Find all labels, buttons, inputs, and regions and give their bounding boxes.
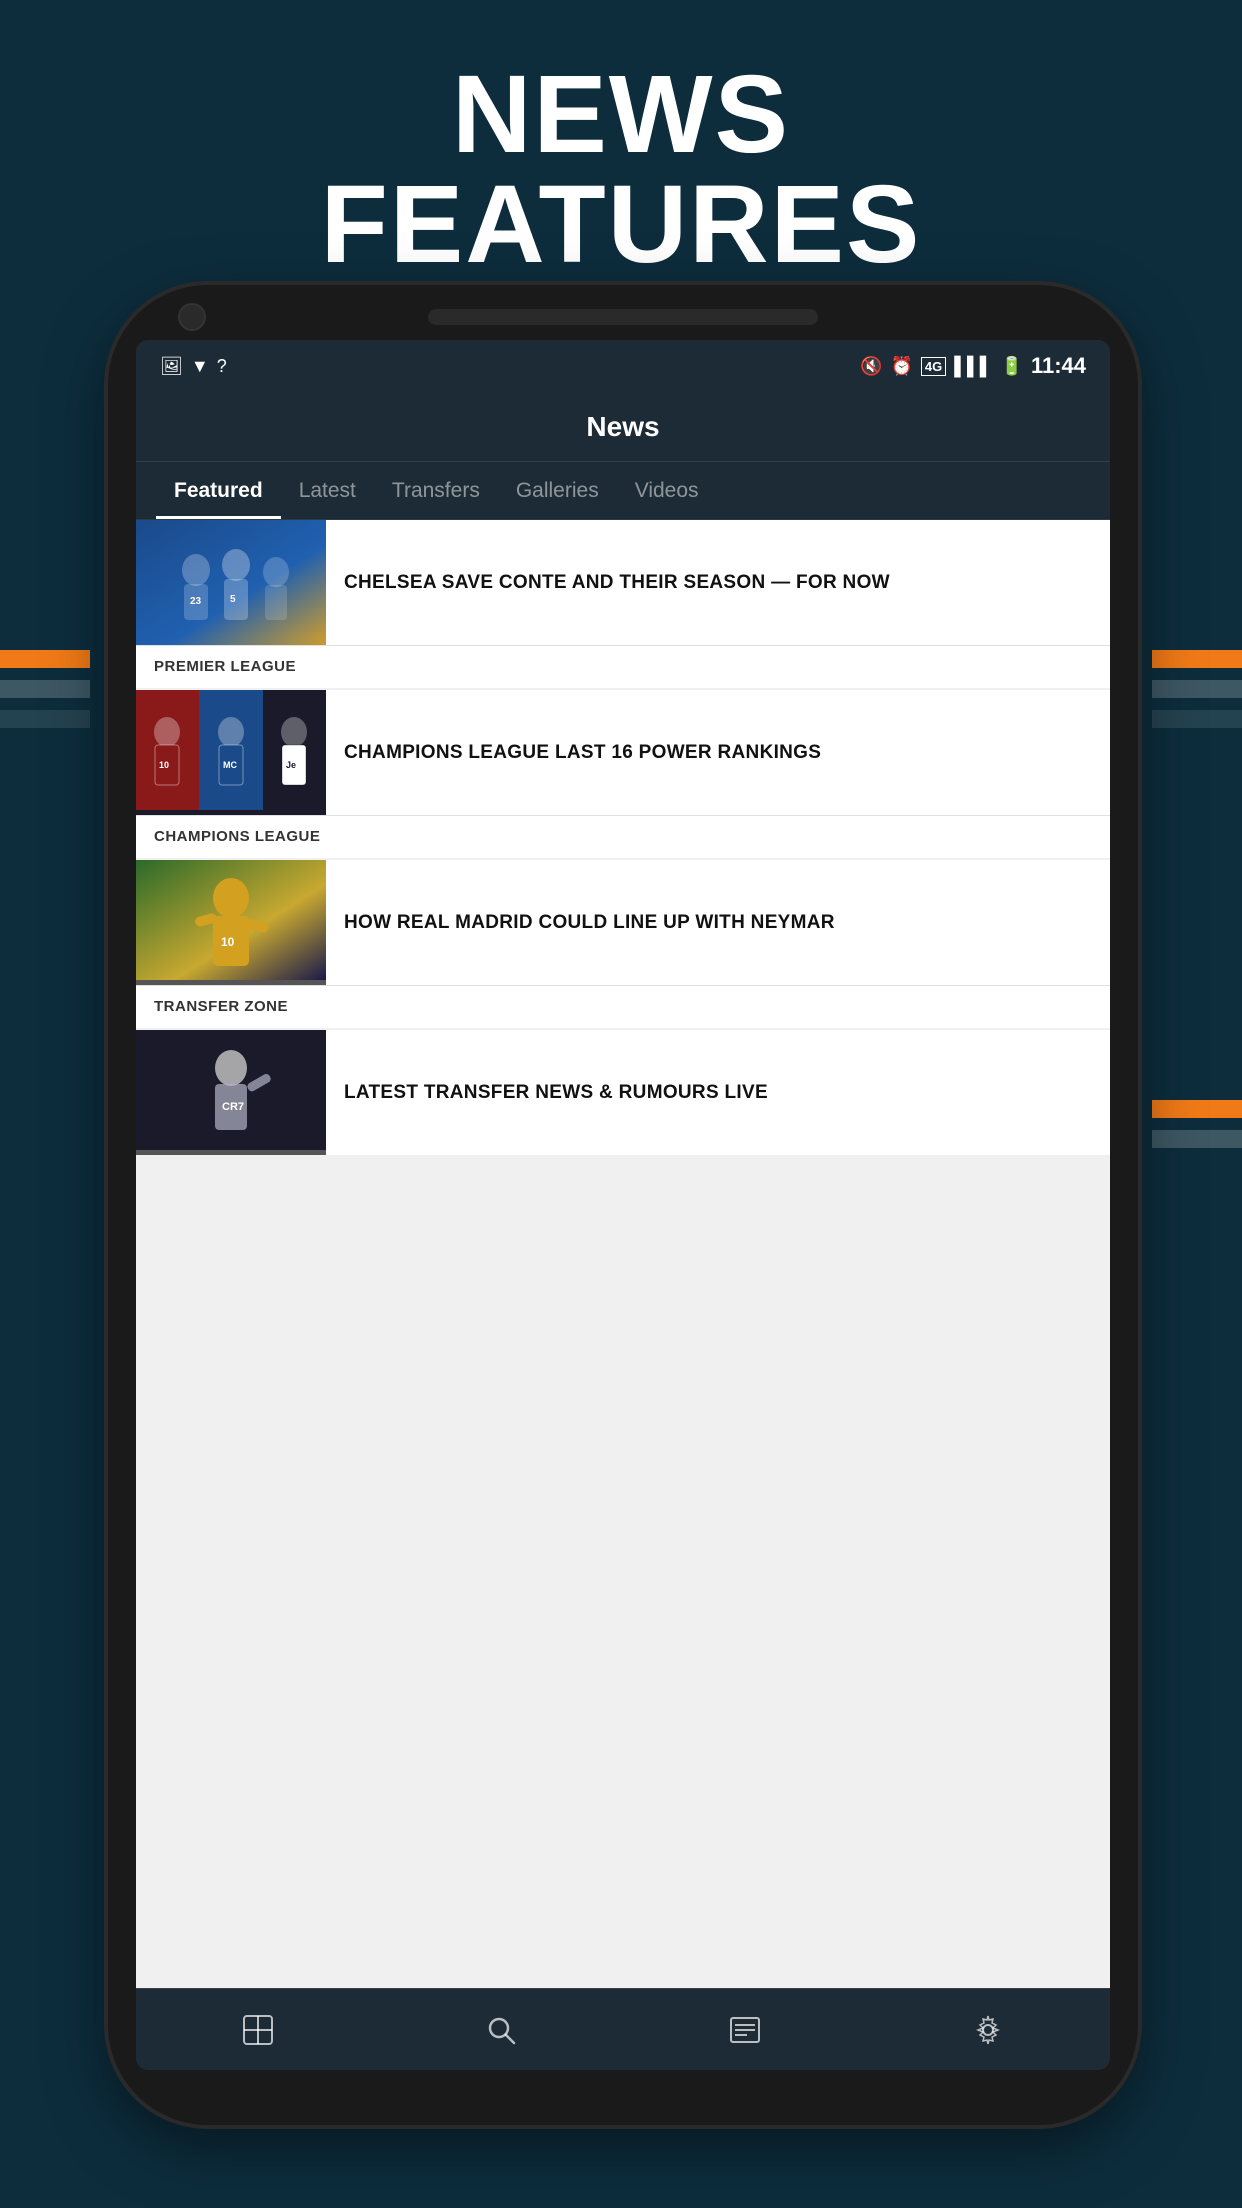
tabs-bar: Featured Latest Transfers Galleries Vide… [136,462,1110,520]
wifi-icon: ▼ [191,356,209,377]
question-icon: ? [217,356,227,377]
bottom-nav [136,1988,1110,2070]
svg-text:5: 5 [230,594,236,605]
svg-text:23: 23 [190,596,202,607]
news-thumb-3: 10 [136,860,326,985]
phone-speaker [428,309,818,325]
battery-icon: 🔋 [1001,356,1023,377]
news-card-2[interactable]: 10 MC Je CH [136,690,1110,858]
app-header: News [136,392,1110,462]
tab-featured[interactable]: Featured [156,462,281,519]
news-content-2: CHAMPIONS LEAGUE LAST 16 POWER RANKINGS [326,690,1110,815]
news-thumb-1: 23 5 [136,520,326,645]
alarm-icon: ⏰ [890,356,912,377]
svg-text:Je: Je [286,760,296,770]
news-content-3: HOW REAL MADRID COULD LINE UP WITH NEYMA… [326,860,1110,985]
nav-settings[interactable] [952,2006,1024,2054]
news-list: 23 5 CHELSEA SAVE CONTE AND THEIR SEASON… [136,520,1110,1988]
left-stripes [0,650,90,740]
nav-search[interactable] [465,2006,537,2054]
signal-icon: ▌▌▌ [954,356,992,377]
nav-scores[interactable] [222,2006,294,2054]
news-title-4: LATEST TRANSFER NEWS & RUMOURS LIVE [344,1080,768,1106]
phone-camera [178,303,206,331]
photo-icon: 🖼 [160,356,183,377]
app-header-title: News [586,411,659,443]
news-category-1: PREMIER LEAGUE [154,658,296,675]
page-title-area: NEWS FEATURES [0,60,1242,280]
status-bar: 🖼 ▼ ? 🔇 ⏰ 4G ▌▌▌ 🔋 11:44 [136,340,1110,392]
phone-frame: 🖼 ▼ ? 🔇 ⏰ 4G ▌▌▌ 🔋 11:44 News [108,285,1138,2125]
status-left: 🖼 ▼ ? [160,356,227,377]
news-title-1: CHELSEA SAVE CONTE AND THEIR SEASON — FO… [344,570,890,596]
svg-text:MC: MC [223,760,237,770]
status-time: 11:44 [1031,353,1086,379]
page-title-line2: FEATURES [0,170,1242,280]
svg-text:10: 10 [221,935,235,949]
tab-latest[interactable]: Latest [281,462,374,519]
news-thumb-2: 10 MC Je [136,690,326,815]
news-card-4[interactable]: CR7 LATEST TRANSFER NEWS & RUMOURS LIVE [136,1030,1110,1155]
news-card-bottom-3: TRANSFER ZONE [136,985,1110,1028]
page-title-line1: NEWS [0,60,1242,170]
tab-galleries[interactable]: Galleries [498,462,617,519]
network-icon: 4G [921,357,946,376]
news-title-2: CHAMPIONS LEAGUE LAST 16 POWER RANKINGS [344,740,821,766]
news-content-4: LATEST TRANSFER NEWS & RUMOURS LIVE [326,1030,1110,1155]
news-category-3: TRANSFER ZONE [154,998,288,1015]
news-thumb-4: CR7 [136,1030,326,1155]
mute-icon: 🔇 [860,356,882,377]
news-card-bottom-1: PREMIER LEAGUE [136,645,1110,688]
news-card-1[interactable]: 23 5 CHELSEA SAVE CONTE AND THEIR SEASON… [136,520,1110,688]
status-right: 🔇 ⏰ 4G ▌▌▌ 🔋 11:44 [860,353,1086,379]
news-card-bottom-2: CHAMPIONS LEAGUE [136,815,1110,858]
right-stripes-lower [1152,1100,1242,1160]
svg-text:10: 10 [159,760,169,770]
tab-transfers[interactable]: Transfers [374,462,498,519]
svg-text:CR7: CR7 [222,1101,244,1113]
phone-screen: 🖼 ▼ ? 🔇 ⏰ 4G ▌▌▌ 🔋 11:44 News [136,340,1110,2070]
news-category-2: CHAMPIONS LEAGUE [154,828,320,845]
news-content-1: CHELSEA SAVE CONTE AND THEIR SEASON — FO… [326,520,1110,645]
news-card-3[interactable]: 10 HOW REAL MADRID COULD LINE UP WITH NE… [136,860,1110,1028]
right-stripes-upper [1152,650,1242,740]
news-title-3: HOW REAL MADRID COULD LINE UP WITH NEYMA… [344,910,835,936]
tab-videos[interactable]: Videos [617,462,717,519]
nav-news[interactable] [709,2006,781,2054]
